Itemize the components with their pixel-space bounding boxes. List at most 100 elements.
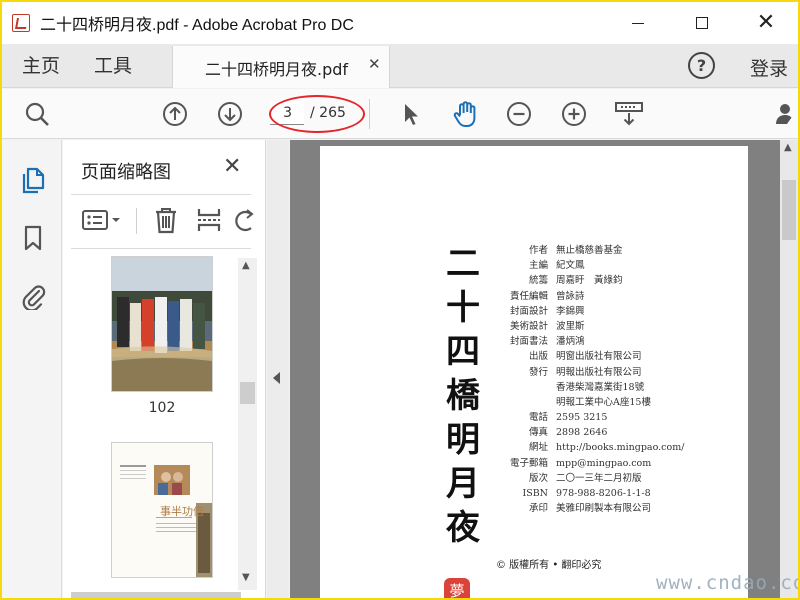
search-zoom-icon[interactable] [24, 101, 50, 127]
highlight-annotation-oval [269, 95, 365, 133]
zoom-out-icon[interactable] [506, 101, 532, 127]
colophon-value: 香港柴灣嘉業街18號 [556, 381, 645, 393]
thumbnail-horizontal-scrollbar[interactable] [71, 592, 241, 598]
panel-divider [71, 194, 251, 195]
colophon-label: 責任編輯 [509, 290, 548, 302]
colophon-value: mpp@mingpao.com [556, 457, 652, 469]
toolbar: 3 / 265 [2, 89, 798, 139]
colophon-value: 曾詠詩 [556, 290, 585, 302]
document-scrollbar-thumb[interactable] [782, 180, 796, 240]
document-scrollbar[interactable]: ▲ [780, 140, 798, 598]
tab-tools[interactable]: 工具 [94, 44, 132, 88]
colophon-row: 統籌 周嘉盱 黃綠鈞 [498, 273, 684, 288]
colophon-row: 香港柴灣嘉業街18號 [498, 380, 684, 395]
colophon-label [498, 395, 556, 410]
help-icon[interactable]: ? [688, 52, 715, 79]
colophon-table: 作者 無止橋慈善基金 主編 紀文鳳 統籌 周嘉盱 黃綠鈞 責任編輯 曾詠詩 封面設計 李錦… [498, 243, 684, 516]
book-title-vertical: 二 十 四 橋 明 月 夜 [438, 242, 488, 550]
document-tab-close-icon[interactable]: ✕ [368, 55, 381, 73]
page-thumbnail[interactable]: 事半功倍 [111, 442, 213, 578]
split-page-icon[interactable] [196, 206, 222, 234]
colophon-label: 統籌 [528, 275, 548, 287]
title-char: 十 [446, 288, 480, 328]
colophon-row: 主編 紀文鳳 [498, 258, 684, 273]
colophon-value: 紀文鳳 [556, 260, 585, 272]
colophon-row: ISBN 978-988-8206-1-1-8 [498, 486, 684, 501]
thumbnail-list: 102 事半功倍 [63, 250, 238, 594]
page-down-icon[interactable] [217, 101, 243, 127]
zoom-in-icon[interactable] [561, 101, 587, 127]
colophon-label: 美術設計 [509, 320, 548, 332]
thumbnail-photo [112, 257, 212, 391]
panel-close-icon[interactable]: ✕ [223, 154, 241, 179]
colophon-row: 版次 二〇一三年二月初版 [498, 471, 684, 486]
title-char: 明 [446, 420, 480, 460]
scroll-down-arrow-icon[interactable]: ▼ [242, 572, 250, 583]
thumbnail-options-icon[interactable] [81, 208, 125, 234]
panel-title: 页面缩略图 [81, 162, 171, 183]
colophon-label: 版次 [528, 472, 548, 484]
colophon-value: 2898 2646 [556, 427, 608, 439]
attachments-icon[interactable] [19, 282, 47, 310]
colophon-label: 出版 [528, 351, 548, 363]
acrobat-window: 二十四桥明月夜.pdf - Adobe Acrobat Pro DC ✕ 主页 … [0, 0, 800, 600]
colophon-label: 封面設計 [509, 305, 548, 317]
colophon-value: 波里斯 [556, 320, 585, 332]
bookmarks-icon[interactable] [19, 224, 47, 252]
colophon-row: 傳真 2898 2646 [498, 425, 684, 440]
colophon-label: 封面書法 [509, 336, 548, 348]
colophon-row: 美術設計 波里斯 [498, 319, 684, 334]
tab-home[interactable]: 主页 [22, 44, 60, 88]
scrollbar-thumb[interactable] [240, 382, 255, 404]
close-window-button[interactable]: ✕ [734, 2, 798, 44]
page-up-icon[interactable] [162, 101, 188, 127]
colophon-value: 978-988-8206-1-1-8 [556, 488, 651, 499]
account-icon[interactable] [774, 101, 800, 127]
minimize-icon [632, 22, 644, 24]
colophon-value: 明窗出版社有限公司 [556, 351, 642, 363]
rotate-page-icon[interactable] [235, 208, 255, 234]
page-fit-icon[interactable] [614, 101, 644, 127]
panel-divider-2 [71, 248, 251, 249]
title-char: 二 [446, 244, 480, 284]
page-thumbnails-icon[interactable] [19, 166, 47, 194]
colophon-row: 承印 美雅印刷製本有限公司 [498, 501, 684, 516]
maximize-icon [696, 17, 708, 29]
colophon-label: 承印 [528, 503, 548, 515]
doc-scroll-up-arrow-icon[interactable]: ▲ [784, 142, 792, 153]
colophon-row: 封面書法 潘炳鴻 [498, 334, 684, 349]
page-thumbnails-panel: 页面缩略图 ✕ 102 事半功倍 ▲ ▼ [63, 140, 266, 598]
delete-page-icon[interactable] [153, 206, 179, 234]
colophon-label: 網址 [528, 442, 548, 454]
colophon-value: http://books.mingpao.com/ [556, 442, 685, 454]
panel-collapse-strip[interactable] [267, 140, 289, 598]
colophon-label: 作者 [528, 245, 548, 256]
select-cursor-icon[interactable] [398, 101, 424, 127]
scroll-up-arrow-icon[interactable]: ▲ [242, 260, 250, 271]
tab-document[interactable]: 二十四桥明月夜.pdf ✕ [172, 46, 390, 88]
window-controls: ✕ [606, 2, 798, 44]
page-thumbnail[interactable] [111, 256, 213, 392]
acrobat-app-icon [12, 14, 30, 32]
colophon-value: 二〇一三年二月初版 [556, 472, 642, 484]
thumbnail-scrollbar[interactable]: ▲ ▼ [238, 258, 257, 590]
colophon-row: 網址 http://books.mingpao.com/ [498, 440, 684, 455]
collapse-arrow-icon[interactable] [273, 372, 280, 384]
minimize-button[interactable] [606, 2, 670, 44]
maximize-button[interactable] [670, 2, 734, 44]
colophon-value: 潘炳鴻 [556, 336, 585, 348]
document-view[interactable]: 二 十 四 橋 明 月 夜 作者 無止橋慈善基金 主編 紀文鳳 統籌 周嘉盱 黃綠鈞 … [290, 140, 780, 598]
colophon-row: 發行 明報出版社有限公司 [498, 365, 684, 380]
colophon-row: 電子郵箱 mpp@mingpao.com [498, 456, 684, 471]
document-page: 二 十 四 橋 明 月 夜 作者 無止橋慈善基金 主編 紀文鳳 統籌 周嘉盱 黃綠鈞 … [320, 146, 748, 598]
colophon-value: 美雅印刷製本有限公司 [556, 503, 652, 515]
hand-tool-icon[interactable] [451, 99, 481, 129]
left-navigation-rail [2, 140, 62, 598]
colophon-label: ISBN [522, 488, 548, 499]
login-button[interactable]: 登录 [750, 54, 788, 81]
toolbar-divider [369, 99, 370, 129]
colophon-label: 發行 [528, 366, 548, 378]
title-bar: 二十四桥明月夜.pdf - Adobe Acrobat Pro DC ✕ [2, 2, 798, 44]
colophon-value: 明報出版社有限公司 [556, 366, 642, 378]
colophon-row: 責任編輯 曾詠詩 [498, 289, 684, 304]
